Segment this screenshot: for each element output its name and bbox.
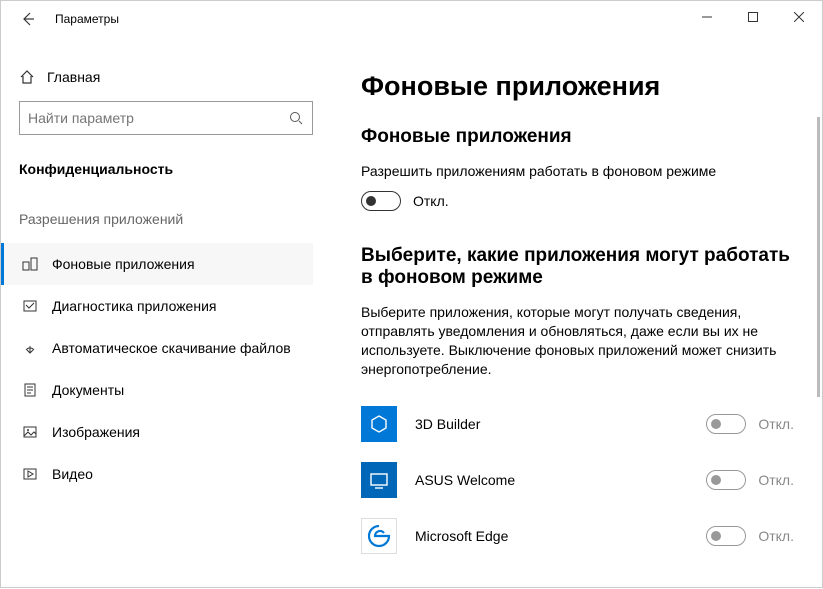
app-row: ASUS Welcome Откл. (361, 452, 794, 508)
sidebar-item-4[interactable]: Изображения (1, 411, 313, 453)
sidebar-item-label: Фоновые приложения (52, 256, 195, 272)
sidebar-item-2[interactable]: Автоматическое скачивание файлов (1, 327, 313, 369)
nav-icon (22, 298, 38, 314)
search-input[interactable] (28, 110, 288, 126)
nav-icon (22, 340, 38, 356)
app-toggle-label: Откл. (758, 472, 794, 488)
master-desc: Разрешить приложениям работать в фоновом… (361, 162, 794, 181)
sidebar-item-1[interactable]: Диагностика приложения (1, 285, 313, 327)
arrow-left-icon (20, 11, 36, 27)
master-toggle-label: Откл. (413, 193, 449, 209)
home-icon (19, 69, 35, 85)
sidebar-item-label: Видео (52, 466, 93, 482)
window-title: Параметры (55, 12, 119, 26)
app-name: ASUS Welcome (415, 472, 706, 488)
back-button[interactable] (9, 1, 47, 37)
sidebar-item-3[interactable]: Документы (1, 369, 313, 411)
app-toggle[interactable] (706, 470, 746, 490)
sidebar-item-label: Изображения (52, 424, 140, 440)
page-title: Фоновые приложения (361, 71, 794, 102)
sidebar-item-label: Автоматическое скачивание файлов (52, 340, 291, 356)
app-row: Microsoft Edge Откл. (361, 508, 794, 564)
maximize-icon (748, 12, 758, 22)
sidebar-item-label: Диагностика приложения (52, 298, 216, 314)
master-toggle[interactable] (361, 191, 401, 211)
maximize-button[interactable] (730, 1, 776, 33)
nav-icon (22, 466, 38, 482)
sidebar-item-5[interactable]: Видео (1, 453, 313, 495)
category-label: Конфиденциальность (19, 161, 313, 177)
scrollbar[interactable] (817, 117, 820, 397)
app-toggle-label: Откл. (758, 416, 794, 432)
app-row: 3D Builder Откл. (361, 396, 794, 452)
minimize-icon (702, 12, 712, 22)
home-label: Главная (47, 69, 100, 85)
app-toggle[interactable] (706, 414, 746, 434)
sidebar-item-label: Документы (52, 382, 124, 398)
search-box[interactable] (19, 101, 313, 135)
home-nav[interactable]: Главная (19, 69, 313, 85)
master-heading: Фоновые приложения (361, 126, 794, 148)
nav-icon (22, 382, 38, 398)
group-label: Разрешения приложений (19, 211, 313, 227)
sidebar-item-0[interactable]: Фоновые приложения (1, 243, 313, 285)
app-icon (361, 462, 397, 498)
apps-desc: Выберите приложения, которые могут получ… (361, 303, 794, 379)
nav-icon (22, 256, 38, 272)
app-name: 3D Builder (415, 416, 706, 432)
app-icon (361, 406, 397, 442)
search-icon (288, 110, 304, 126)
app-name: Microsoft Edge (415, 528, 706, 544)
app-icon (361, 518, 397, 554)
app-toggle[interactable] (706, 526, 746, 546)
close-icon (794, 12, 804, 22)
minimize-button[interactable] (684, 1, 730, 33)
close-button[interactable] (776, 1, 822, 33)
nav-icon (22, 424, 38, 440)
app-toggle-label: Откл. (758, 528, 794, 544)
apps-heading: Выберите, какие приложения могут работат… (361, 245, 794, 289)
